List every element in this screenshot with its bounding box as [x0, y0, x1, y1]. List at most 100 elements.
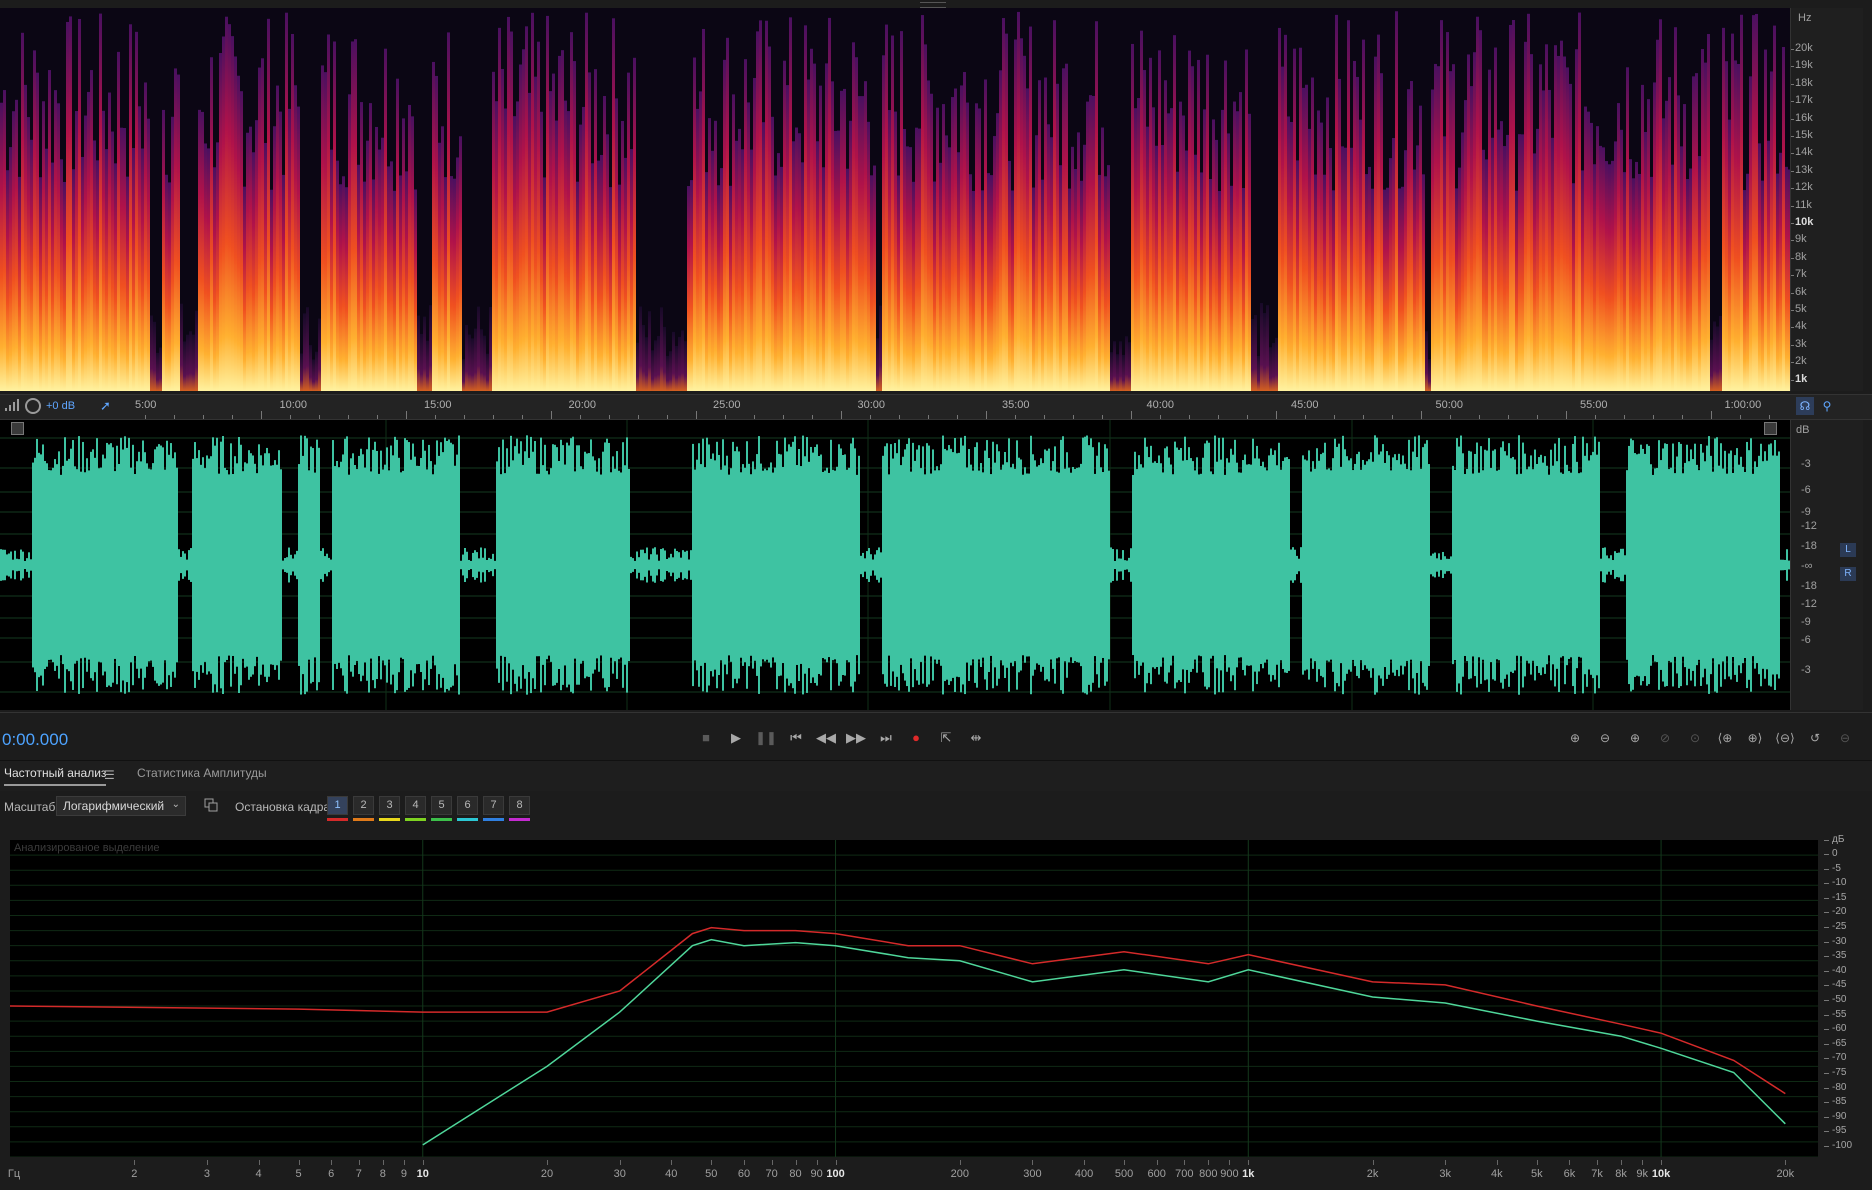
gain-knob-icon[interactable] [25, 398, 41, 414]
volume-meter-icon[interactable] [4, 398, 20, 412]
spectral-column [1056, 83, 1059, 391]
channel-left-badge[interactable]: L [1840, 543, 1856, 557]
freeze-frame-button[interactable]: 2 [353, 796, 374, 815]
freeze-frame-button[interactable]: 3 [379, 796, 400, 815]
spectral-column [312, 359, 315, 391]
waveform-sample [778, 453, 780, 677]
spectral-column [795, 127, 798, 391]
zoom-out-full-button[interactable]: ⊘ [1653, 728, 1677, 748]
spectral-column [1329, 148, 1332, 391]
go-to-end-button[interactable]: ⏭ [875, 728, 897, 748]
skip-selection-button[interactable]: ⇹ [965, 728, 987, 748]
waveform-sample [1418, 435, 1420, 695]
freeze-frame-button[interactable]: 5 [431, 796, 452, 815]
frequency-spectrum-chart[interactable] [9, 840, 1818, 1158]
freeze-frame-button[interactable]: 7 [483, 796, 504, 815]
waveform-sample [192, 458, 194, 672]
waveform-sample [1326, 469, 1328, 661]
waveform-corner-icon[interactable] [11, 422, 24, 435]
channel-right-badge[interactable]: R [1840, 567, 1856, 581]
spectral-column [786, 85, 789, 391]
time-ruler[interactable]: 5:00 10:00 15:00 20:00 25:00 30:00 35:00 40:00 4… [0, 394, 1872, 420]
tab-amplitude-statistics[interactable]: Статистика Амплитуды [137, 766, 267, 780]
spectral-column [57, 103, 60, 391]
marker-icon[interactable]: ⚲ [1818, 397, 1836, 415]
waveform-sample [1744, 471, 1746, 659]
waveform-sample [1458, 446, 1460, 684]
spectral-column [1533, 153, 1536, 391]
waveform-sample [22, 551, 24, 579]
spectral-column [618, 184, 621, 391]
waveform-sample [394, 436, 396, 694]
gain-value[interactable]: +0 dB [46, 400, 75, 412]
waveform-sample [1360, 469, 1362, 661]
spectrum-frequency-tick: 3k [1439, 1168, 1452, 1180]
menu-icon[interactable]: ☰ [104, 768, 115, 782]
waveform-sample [1066, 452, 1068, 678]
waveform-sample [1422, 447, 1424, 683]
pin-icon[interactable]: ➚ [100, 399, 114, 413]
waveform-sample [234, 456, 236, 674]
zoom-in-right-button[interactable]: ⊕⟩ [1743, 728, 1767, 748]
scale-select[interactable]: Логарифмический ⌄ [56, 796, 186, 816]
spectral-column [522, 49, 525, 391]
copy-icon[interactable] [204, 798, 218, 812]
spectral-column [1557, 55, 1560, 391]
freeze-frame-button[interactable]: 1 [327, 796, 348, 815]
freeze-frame-button[interactable]: 6 [457, 796, 478, 815]
zoom-reset-button[interactable]: ↺ [1803, 728, 1827, 748]
spectral-column [693, 57, 696, 391]
zoom-in-amplitude-button[interactable]: ⊕ [1563, 728, 1587, 748]
pause-button[interactable]: ❚❚ [755, 728, 777, 748]
spectrum-db-tick: -100 [1823, 1140, 1853, 1151]
waveform-sample [580, 466, 582, 664]
zoom-in-time-button[interactable]: ⊕ [1623, 728, 1647, 748]
waveform-sample [1190, 458, 1192, 672]
current-time[interactable]: 0:00.000 [2, 730, 68, 750]
loop-playback-button[interactable]: ⇱ [935, 728, 957, 748]
rewind-button[interactable]: ◀◀ [815, 728, 837, 748]
zoom-out-amplitude-button[interactable]: ⊖ [1593, 728, 1617, 748]
waveform-sample [1396, 460, 1398, 670]
spectral-column [474, 328, 477, 391]
spectral-column [1359, 119, 1362, 391]
freeze-frame-button[interactable]: 4 [405, 796, 426, 815]
spectrum-frequency-tick: 3 [203, 1168, 210, 1180]
spectral-column [894, 111, 897, 391]
zoom-to-selection-button[interactable]: ⟨⊖⟩ [1773, 728, 1797, 748]
spectral-frequency-display[interactable] [0, 8, 1790, 391]
waveform-sample [1482, 470, 1484, 660]
spectral-column [450, 176, 453, 391]
waveform-sample [1194, 470, 1196, 660]
spectral-column [672, 331, 675, 391]
waveform-corner-right-icon[interactable] [1764, 422, 1777, 435]
spectral-column [1473, 52, 1476, 391]
zoom-in-left-button[interactable]: ⟨⊕ [1713, 728, 1737, 748]
waveform-sample [386, 447, 388, 683]
waveform-sample [38, 452, 40, 678]
fast-forward-button[interactable]: ▶▶ [845, 728, 867, 748]
waveform-sample [760, 463, 762, 667]
waveform-sample [1786, 549, 1788, 581]
freeze-frame-button[interactable]: 8 [509, 796, 530, 815]
go-to-start-button[interactable]: ⏮ [785, 728, 807, 748]
spectral-column [1683, 104, 1686, 391]
hz-tick: 7k [1791, 268, 1807, 281]
zoom-selection-button[interactable]: ⊙ [1683, 728, 1707, 748]
stop-button[interactable]: ■ [695, 728, 717, 748]
waveform-sample [1728, 453, 1730, 677]
record-button[interactable]: ● [905, 728, 927, 748]
spectral-column [516, 101, 519, 391]
tab-frequency-analysis[interactable]: Частотный анализ [4, 766, 107, 786]
headphones-icon[interactable]: ☊ [1796, 397, 1814, 415]
play-button[interactable]: ▶ [725, 728, 747, 748]
zoom-out-button[interactable]: ⊖ [1833, 728, 1857, 748]
waveform-sample [1618, 552, 1620, 578]
waveform-sample [376, 450, 378, 680]
spectral-column [348, 94, 351, 391]
waveform-sample [1040, 458, 1042, 672]
waveform-display[interactable] [0, 420, 1790, 710]
spectrum-db-unit: дБ [1823, 834, 1845, 845]
waveform-sample [954, 437, 956, 693]
waveform-sample [676, 551, 678, 579]
